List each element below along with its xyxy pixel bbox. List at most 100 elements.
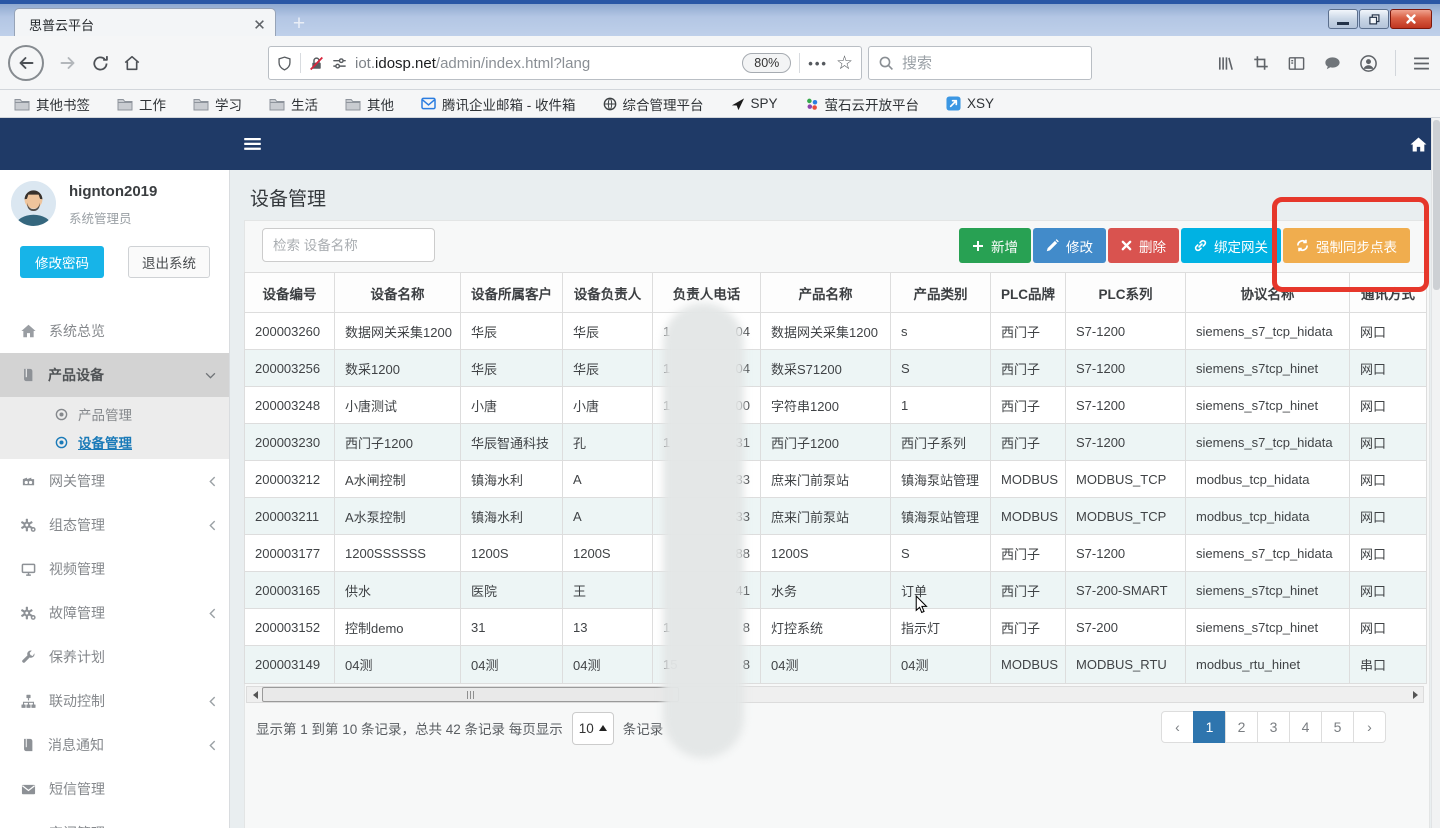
screenshot-icon[interactable] [1252, 54, 1270, 72]
browser-search-input[interactable] [902, 55, 1101, 72]
logout-button[interactable]: 退出系统 [128, 246, 210, 278]
toolbar-button-删除[interactable]: 删除 [1108, 228, 1179, 263]
page-button-4[interactable]: 4 [1289, 711, 1322, 743]
sidebar-subitem-产品管理[interactable]: 产品管理 [0, 400, 230, 428]
sidebar-subitem-设备管理[interactable]: 设备管理 [0, 428, 230, 456]
bookmark-item[interactable]: 腾讯企业邮箱 - 收件箱 [421, 94, 576, 114]
restore-button[interactable] [1359, 9, 1389, 29]
permissions-icon[interactable] [332, 56, 347, 71]
horizontal-scrollbar[interactable] [246, 686, 1424, 703]
account-icon[interactable] [1359, 54, 1378, 73]
back-button[interactable] [8, 45, 44, 81]
annotation-red-box [1272, 197, 1429, 292]
page-actions-icon[interactable]: ••• [808, 56, 828, 71]
bookmark-item[interactable]: SPY [731, 96, 778, 111]
page-button-‹[interactable]: ‹ [1161, 711, 1194, 743]
toolbar-button-label: 新增 [991, 236, 1018, 256]
toolbar-button-修改[interactable]: 修改 [1033, 228, 1106, 263]
page-size-select[interactable]: 10 [572, 712, 614, 745]
page-scrollbar[interactable] [1431, 118, 1440, 828]
cell-customer: 小唐 [461, 387, 563, 424]
sidebar-item-组态管理[interactable]: 组态管理 [0, 503, 230, 547]
shield-icon[interactable] [277, 56, 292, 71]
messages-icon[interactable] [1323, 54, 1342, 73]
sidebar-item-消息通知[interactable]: 消息通知 [0, 723, 230, 767]
minimize-button[interactable] [1328, 9, 1358, 29]
device-search-input[interactable] [262, 228, 435, 262]
table-row[interactable]: 200003165供水医院王41水务订单西门子S7-200-SMARTsieme… [245, 572, 1426, 609]
column-header-product[interactable]: 产品名称 [761, 273, 891, 313]
table-row[interactable]: 200003212A水闸控制镇海水利A33庶来门前泵站镇海泵站管理MODBUSM… [245, 461, 1426, 498]
reload-button[interactable] [92, 55, 109, 72]
table-row[interactable]: 200003152控制demo311318灯控系统指示灯西门子S7-200sie… [245, 609, 1426, 646]
bookmark-item[interactable]: 萤石云开放平台 [805, 94, 920, 114]
table-row[interactable]: 200003230西门子1200华辰智通科技孔131西门子1200西门子系列西门… [245, 424, 1426, 461]
sidebars-icon[interactable] [1287, 54, 1306, 73]
change-password-button[interactable]: 修改密码 [20, 246, 104, 278]
tab-title: 思普云平台 [29, 15, 254, 34]
tab-close-icon[interactable] [254, 19, 265, 30]
column-header-category[interactable]: 产品类别 [891, 273, 991, 313]
sidebar-item-故障管理[interactable]: 故障管理 [0, 591, 230, 635]
column-header-name[interactable]: 设备名称 [335, 273, 461, 313]
table-row[interactable]: 200003260数据网关采集1200华辰华辰104数据网关采集1200s西门子… [245, 313, 1426, 350]
chevron-left-icon [209, 696, 216, 707]
sidebar-item-网关管理[interactable]: 网关管理 [0, 459, 230, 503]
toolbar-button-绑定网关[interactable]: 绑定网关 [1181, 228, 1281, 263]
bookmark-item[interactable]: 学习 [193, 94, 242, 114]
sidebar-item-系统总览[interactable]: 系统总览 [0, 309, 230, 353]
bookmark-item[interactable]: 生活 [269, 94, 318, 114]
page-button-1[interactable]: 1 [1193, 711, 1226, 743]
insecure-lock-icon[interactable] [309, 56, 324, 71]
page-scrollbar-thumb[interactable] [1433, 120, 1440, 290]
browser-search[interactable] [868, 46, 1092, 80]
column-header-plc_series[interactable]: PLC系列 [1066, 273, 1186, 313]
table-row[interactable]: 200003248小唐测试小唐小唐100字符串12001西门子S7-1200si… [245, 387, 1426, 424]
cell-customer: 华辰 [461, 313, 563, 350]
sidebar-item-保养计划[interactable]: 保养计划 [0, 635, 230, 679]
table-row[interactable]: 200003211A水泵控制镇海水利A33庶来门前泵站镇海泵站管理MODBUSM… [245, 498, 1426, 535]
bookmark-item[interactable]: 综合管理平台 [603, 94, 704, 114]
zoom-level-badge[interactable]: 80% [742, 53, 791, 73]
column-header-id[interactable]: 设备编号 [245, 273, 335, 313]
bookmark-star-icon[interactable]: ☆ [836, 54, 853, 73]
sidebar-item-空间管理[interactable]: 空间管理 [0, 811, 230, 828]
scroll-left-arrow[interactable] [247, 687, 263, 702]
bookmark-item[interactable]: 其他 [345, 94, 394, 114]
library-icon[interactable] [1216, 54, 1235, 73]
column-header-owner[interactable]: 设备负责人 [563, 273, 653, 313]
table-row[interactable]: 20000314904测04测04测15804测04测MODBUSMODBUS_… [245, 646, 1426, 683]
toolbar-button-新增[interactable]: 新增 [959, 228, 1031, 263]
page-button-›[interactable]: › [1353, 711, 1386, 743]
forward-button[interactable] [58, 53, 78, 73]
sidebar-item-产品设备[interactable]: 产品设备 [0, 353, 230, 397]
sidebar-item-联动控制[interactable]: 联动控制 [0, 679, 230, 723]
search-icon [878, 55, 894, 71]
bookmark-item[interactable]: 工作 [117, 94, 166, 114]
scrollbar-thumb[interactable] [262, 687, 679, 702]
sidebar-item-视频管理[interactable]: 视频管理 [0, 547, 230, 591]
url-bar[interactable]: iot.idosp.net/admin/index.html?lang 80% … [268, 46, 862, 80]
page-button-3[interactable]: 3 [1257, 711, 1290, 743]
column-header-customer[interactable]: 设备所属客户 [461, 273, 563, 313]
home-button[interactable] [123, 54, 141, 72]
notice-icon [21, 738, 35, 752]
app-home-icon[interactable] [1410, 137, 1427, 152]
forward-icon [58, 53, 78, 73]
cell-name: 控制demo [335, 609, 461, 646]
new-tab-button[interactable]: + [284, 11, 314, 36]
sidebar-toggle-icon[interactable] [244, 138, 261, 150]
scroll-right-arrow[interactable] [1407, 687, 1423, 702]
close-button[interactable] [1390, 9, 1432, 29]
page-button-2[interactable]: 2 [1225, 711, 1258, 743]
column-header-plc_brand[interactable]: PLC品牌 [991, 273, 1066, 313]
table-row[interactable]: 2000031771200SSSSSS1200S1200S881200SS西门子… [245, 535, 1426, 572]
table-row[interactable]: 200003256数采1200华辰华辰104数采S71200S西门子S7-120… [245, 350, 1426, 387]
page-button-5[interactable]: 5 [1321, 711, 1354, 743]
cell-plc_series: S7-200-SMART [1066, 572, 1186, 609]
bookmark-item[interactable]: 其他书签 [14, 94, 90, 114]
bookmark-item[interactable]: XSY [946, 96, 994, 111]
menu-icon[interactable] [1413, 57, 1430, 70]
sidebar-item-短信管理[interactable]: 短信管理 [0, 767, 230, 811]
avatar[interactable] [11, 181, 56, 226]
